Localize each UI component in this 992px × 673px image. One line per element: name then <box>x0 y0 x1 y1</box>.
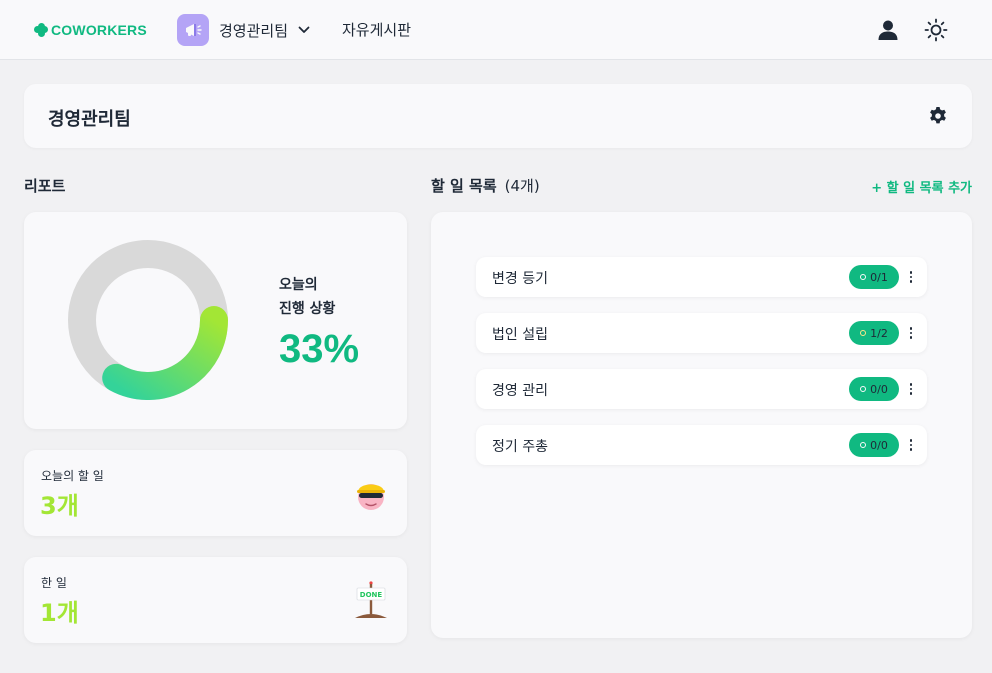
todo-list-name: 경영 관리 <box>492 383 548 399</box>
free-board-link[interactable]: 자유게시판 <box>342 19 411 40</box>
kebab-menu-icon[interactable] <box>907 381 915 397</box>
today-tasks-count: 3개 <box>40 492 79 520</box>
svg-text:DONE: DONE <box>360 591 383 599</box>
progress-dot-icon <box>860 442 867 448</box>
today-tasks-label: 오늘의 할 일 <box>41 469 104 483</box>
logo[interactable]: COWORKERS <box>34 21 147 39</box>
done-tasks-label: 한 일 <box>41 576 67 590</box>
progress-badge: 0/0 <box>849 377 899 401</box>
team-name: 경영관리팀 <box>219 21 289 40</box>
progress-badge-text: 1/2 <box>870 326 888 340</box>
today-tasks-card: 오늘의 할 일 3개 <box>24 450 407 536</box>
progress-card: 오늘의 진행 상황 33% <box>24 212 407 429</box>
todo-section-header: 할 일 목록 (4개) <box>431 175 540 196</box>
user-icon[interactable] <box>876 18 900 42</box>
progress-badge: 0/1 <box>849 265 899 289</box>
team-selector[interactable]: 경영관리팀 <box>177 14 311 46</box>
donut-progress-arc <box>102 306 228 400</box>
todo-list-item[interactable]: 경영 관리 0/0 <box>476 369 927 409</box>
todo-section-title: 할 일 목록 <box>431 177 497 195</box>
progress-badge: 0/0 <box>849 433 899 457</box>
progress-label: 오늘의 진행 상황 <box>279 273 335 321</box>
logo-text: COWORKERS <box>51 22 147 38</box>
team-title: 경영관리팀 <box>48 109 131 130</box>
progress-percent: 33% <box>279 327 360 371</box>
done-sign-icon: DONE <box>355 581 387 618</box>
todo-list-name: 변경 등기 <box>492 271 548 287</box>
progress-label-line2: 진행 상황 <box>279 301 336 317</box>
worker-face-icon <box>357 484 385 510</box>
logo-icon <box>34 23 48 37</box>
todo-list-item[interactable]: 정기 주총 0/0 <box>476 425 927 465</box>
todo-list-panel: 변경 등기 0/1 법인 설립 1/2 경영 관리 0/0 정기 주총 0/0 <box>431 212 972 638</box>
report-section-title: 리포트 <box>24 177 66 195</box>
team-header-card: 경영관리팀 <box>24 84 972 148</box>
progress-donut <box>68 240 228 400</box>
top-nav: COWORKERS 경영관리팀 자유게시판 <box>0 0 992 60</box>
done-tasks-count: 1개 <box>40 599 79 627</box>
kebab-menu-icon[interactable] <box>907 437 915 453</box>
add-todo-list-button[interactable]: + 할 일 목록 추가 <box>871 177 972 196</box>
progress-dot-icon <box>860 274 867 280</box>
todo-list-item[interactable]: 변경 등기 0/1 <box>476 257 927 297</box>
progress-label-line1: 오늘의 <box>279 277 318 293</box>
progress-badge: 1/2 <box>849 321 899 345</box>
progress-dot-icon <box>860 330 867 336</box>
megaphone-icon <box>177 14 209 46</box>
todo-list-name: 법인 설립 <box>492 327 548 343</box>
kebab-menu-icon[interactable] <box>907 269 915 285</box>
todo-count: (4개) <box>504 177 540 195</box>
progress-badge-text: 0/1 <box>870 270 888 284</box>
progress-dot-icon <box>860 386 867 392</box>
progress-badge-text: 0/0 <box>870 382 888 396</box>
done-tasks-card: 한 일 1개 DONE <box>24 557 407 643</box>
gear-icon[interactable] <box>928 106 948 126</box>
sun-icon[interactable] <box>924 18 948 42</box>
todo-list-item[interactable]: 법인 설립 1/2 <box>476 313 927 353</box>
progress-badge-text: 0/0 <box>870 438 888 452</box>
todo-list-name: 정기 주총 <box>492 439 548 455</box>
kebab-menu-icon[interactable] <box>907 325 915 341</box>
chevron-down-icon <box>297 23 311 37</box>
